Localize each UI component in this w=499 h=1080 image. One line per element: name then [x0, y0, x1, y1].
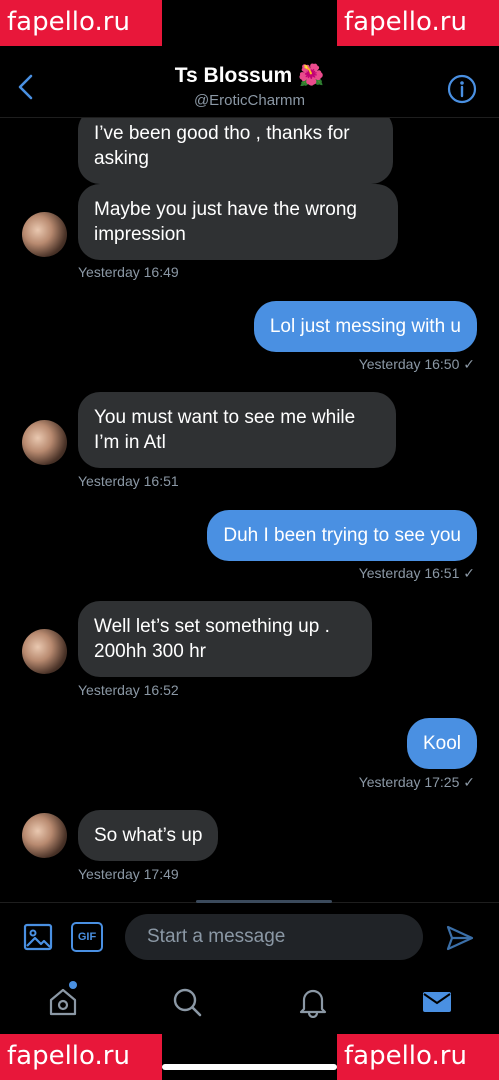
conversation-title-block[interactable]: Ts Blossum 🌺 @EroticCharmm [0, 64, 499, 109]
message-timestamp: Yesterday 16:50 ✓ [358, 356, 475, 372]
incoming-message[interactable]: Well let’s set something up . 200hh 300 … [78, 601, 372, 677]
divider [196, 900, 332, 903]
send-button[interactable] [445, 923, 475, 953]
image-icon [23, 923, 53, 951]
message-timestamp: Yesterday 16:52 [78, 682, 179, 698]
outgoing-message[interactable]: Duh I been trying to see you [207, 510, 477, 561]
watermark: fapello.ru [0, 0, 162, 46]
outgoing-message[interactable]: Lol just messing with u [253, 301, 477, 352]
info-button[interactable] [447, 74, 477, 104]
tab-notifications[interactable] [297, 986, 329, 1019]
conversation-handle: @EroticCharmm [193, 92, 306, 109]
avatar[interactable] [22, 629, 67, 674]
tab-home[interactable] [47, 986, 79, 1018]
watermark: fapello.ru [0, 1034, 162, 1080]
mail-icon [423, 992, 451, 1012]
info-icon [447, 74, 477, 104]
home-indicator[interactable] [162, 1064, 337, 1070]
conversation-title: Ts Blossum 🌺 [174, 64, 325, 87]
watermark: fapello.ru [337, 0, 499, 46]
incoming-message[interactable]: Maybe you just have the wrong impression [78, 184, 398, 260]
message-timestamp: Yesterday 16:49 [78, 264, 179, 280]
search-icon [173, 988, 202, 1017]
home-icon [49, 988, 77, 1016]
send-icon [446, 925, 474, 951]
bell-icon [299, 989, 327, 1019]
incoming-message[interactable]: So what’s up [78, 810, 219, 861]
incoming-message[interactable]: You must want to see me while I’m in Atl [78, 392, 396, 468]
tab-messages[interactable] [421, 986, 453, 1018]
avatar[interactable] [22, 212, 67, 257]
message-input[interactable] [125, 914, 423, 960]
tab-search[interactable] [171, 986, 203, 1018]
message-timestamp: Yesterday 16:51 ✓ [358, 565, 475, 581]
add-image-button[interactable] [22, 921, 54, 953]
watermark: fapello.ru [337, 1034, 499, 1080]
message-timestamp: Yesterday 16:51 [78, 473, 179, 489]
outgoing-message[interactable]: Kool [406, 718, 477, 769]
incoming-message[interactable]: I’ve been good tho , thanks for asking [78, 118, 393, 184]
message-thread[interactable]: I’ve been good tho , thanks for asking M… [0, 118, 499, 902]
message-timestamp: Yesterday 17:49 [78, 866, 179, 882]
avatar[interactable] [22, 420, 67, 465]
message-composer: GIF [0, 900, 499, 974]
avatar[interactable] [22, 813, 67, 858]
conversation-header: Ts Blossum 🌺 @EroticCharmm [0, 46, 499, 118]
message-timestamp: Yesterday 17:25 ✓ [358, 774, 475, 790]
add-gif-button[interactable]: GIF [71, 922, 103, 952]
notification-dot [69, 981, 77, 989]
